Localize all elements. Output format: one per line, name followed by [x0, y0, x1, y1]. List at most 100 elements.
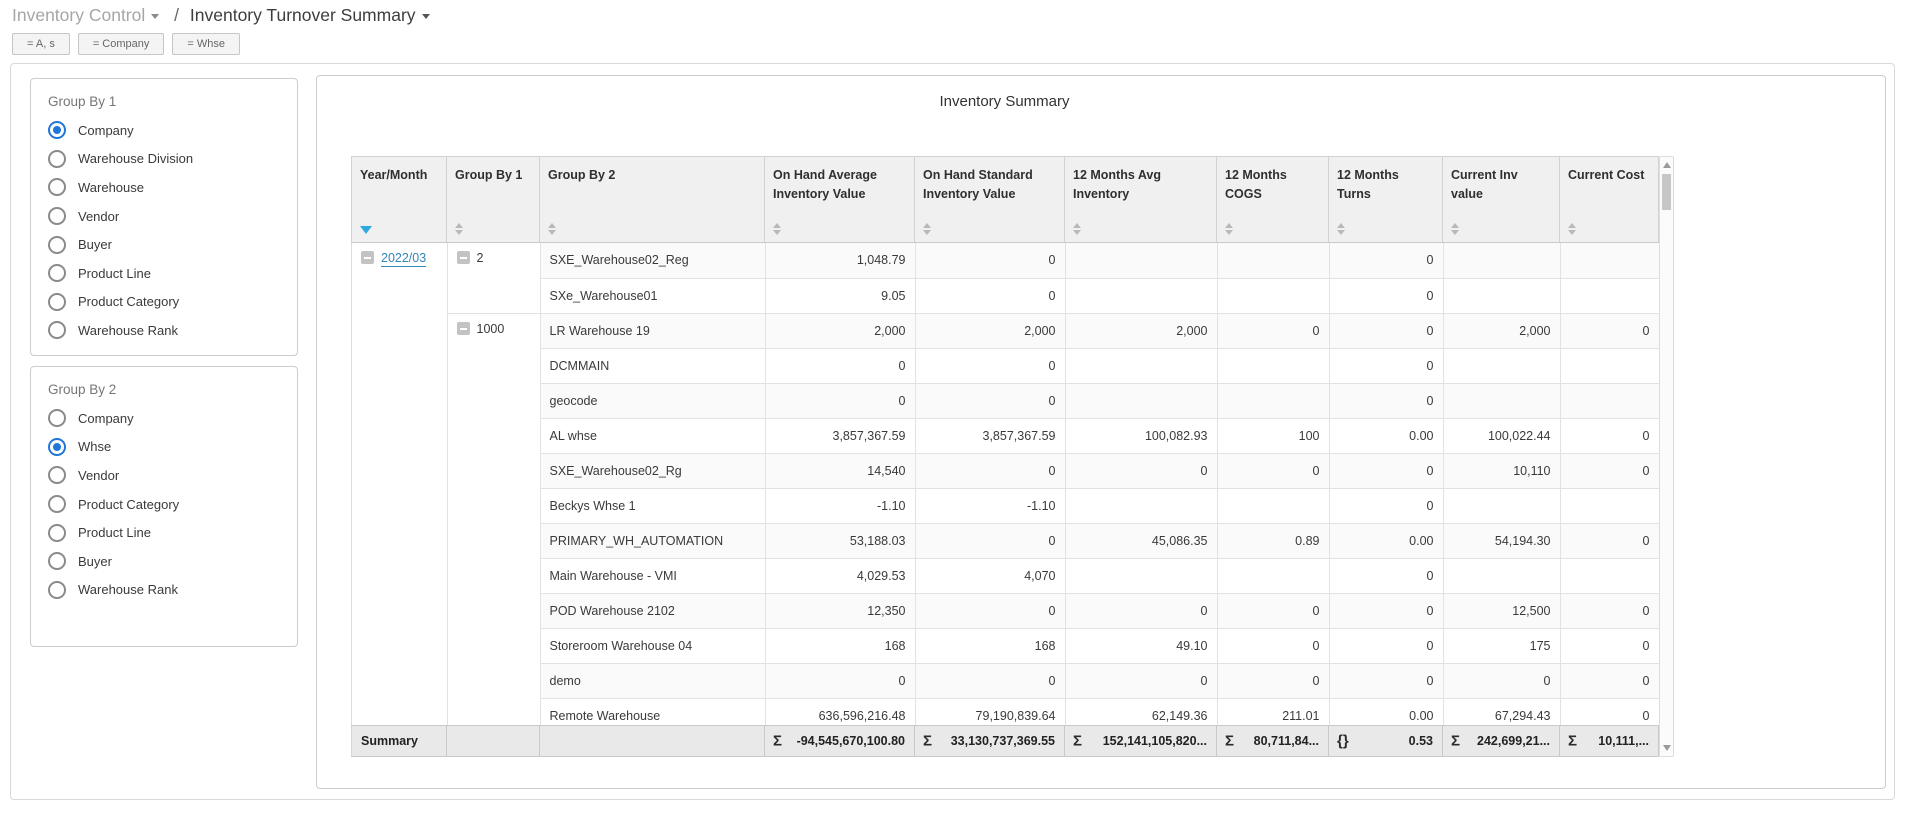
radio-option-label: Company — [78, 122, 134, 138]
radio-option-warehouse-rank[interactable]: Warehouse Rank — [48, 316, 297, 345]
value-cell: 0 — [915, 663, 1066, 699]
value-cell: 0 — [1329, 593, 1444, 629]
radio-option-warehouse[interactable]: Warehouse — [48, 173, 297, 202]
table-body-viewport[interactable]: 2022/03 2 SXE_Warehouse02_Reg 1,048.79 0 0 SXe… — [351, 243, 1660, 725]
value-cell: 4,070 — [915, 558, 1066, 594]
radio-icon[interactable] — [48, 207, 66, 226]
radio-option-product-line[interactable]: Product Line — [48, 259, 297, 288]
column-header-current-cost[interactable]: Current Cost — [1559, 156, 1659, 243]
column-header-onhand-avg[interactable]: On Hand Average Inventory Value — [764, 156, 915, 243]
radio-option-label: Vendor — [78, 208, 120, 224]
collapse-icon[interactable] — [456, 321, 470, 335]
column-header-12m-avg[interactable]: 12 Months Avg Inventory — [1064, 156, 1217, 243]
table-row: Remote Warehouse 636,596,216.48 79,190,839… — [352, 698, 1659, 725]
value-cell: 100,082.93 — [1065, 418, 1218, 454]
group2-cell: SXE_Warehouse02_Rg — [540, 453, 766, 489]
filter-chip-whse[interactable]: = Whse — [172, 33, 240, 55]
radio-icon[interactable] — [48, 495, 66, 514]
radio-option-company[interactable]: Company — [48, 404, 297, 433]
value-cell — [1560, 278, 1659, 314]
group2-cell: Main Warehouse - VMI — [540, 558, 766, 594]
table-row: Storeroom Warehouse 04 168 168 49.10 0 0 175 0 — [352, 628, 1659, 664]
breadcrumb-module[interactable]: Inventory Control — [12, 5, 160, 25]
value-cell: 0 — [1560, 593, 1659, 629]
radio-option-warehouse-rank[interactable]: Warehouse Rank — [48, 576, 297, 605]
value-cell: 0 — [1217, 453, 1330, 489]
value-cell: 10,110 — [1443, 453, 1561, 489]
radio-option-buyer[interactable]: Buyer — [48, 547, 297, 576]
sort-icon[interactable] — [548, 223, 556, 235]
value-cell — [1443, 243, 1561, 279]
radio-icon[interactable] — [48, 321, 66, 340]
radio-icon[interactable] — [48, 178, 66, 197]
filter-chip-company[interactable]: = Company — [77, 33, 165, 55]
value-cell: 2,000 — [1065, 313, 1218, 349]
scrollbar-thumb[interactable] — [1662, 174, 1671, 210]
value-cell — [1065, 383, 1218, 419]
sort-icon[interactable] — [1225, 223, 1233, 235]
radio-option-label: Product Category — [78, 294, 180, 310]
radio-icon[interactable] — [48, 149, 66, 168]
summary-label: Summary — [351, 725, 447, 757]
radio-icon[interactable] — [48, 552, 66, 571]
radio-icon[interactable] — [48, 437, 66, 456]
radio-option-vendor[interactable]: Vendor — [48, 461, 297, 490]
value-cell — [1217, 488, 1330, 524]
group1-label: 1000 — [476, 321, 505, 336]
year-month-link[interactable]: 2022/03 — [381, 251, 427, 267]
column-header-current-inv[interactable]: Current Inv value — [1442, 156, 1560, 243]
radio-option-product-line[interactable]: Product Line — [48, 518, 297, 547]
summary-value-cell: Σ 242,699,21... — [1442, 725, 1560, 757]
radio-icon[interactable] — [48, 466, 66, 485]
value-cell: 0 — [1560, 418, 1659, 454]
column-header-onhand-std[interactable]: On Hand Standard Inventory Value — [914, 156, 1065, 243]
radio-option-product-category[interactable]: Product Category — [48, 288, 297, 317]
group2-cell: SXE_Warehouse02_Reg — [540, 243, 766, 279]
radio-icon[interactable] — [48, 235, 66, 254]
collapse-icon[interactable] — [456, 251, 470, 264]
radio-option-product-category[interactable]: Product Category — [48, 490, 297, 519]
breadcrumb-separator: / — [174, 5, 180, 25]
sort-icon[interactable] — [773, 223, 781, 235]
radio-icon[interactable] — [48, 292, 66, 311]
value-cell — [1065, 278, 1218, 314]
radio-icon[interactable] — [48, 580, 66, 599]
value-cell: 0 — [1217, 313, 1330, 349]
group-by-2-options: Company Whse Vendor Product Category Product… — [31, 401, 297, 604]
vertical-scrollbar[interactable] — [1659, 156, 1674, 757]
radio-icon[interactable] — [48, 121, 66, 140]
radio-icon[interactable] — [48, 264, 66, 283]
radio-icon[interactable] — [48, 409, 66, 428]
table-row: 1000 LR Warehouse 19 2,000 2,000 2,000 0 0 2,00… — [352, 313, 1659, 725]
column-header-12m-turns[interactable]: 12 Months Turns — [1328, 156, 1443, 243]
table-summary: Summary Σ -94,545,670,100.80 Σ 33,130,737,3… — [351, 725, 1659, 757]
sort-icon[interactable] — [455, 223, 463, 235]
radio-option-vendor[interactable]: Vendor — [48, 202, 297, 231]
value-cell: 2,000 — [1443, 313, 1561, 349]
table-row: geocode 0 0 0 — [352, 383, 1659, 419]
radio-option-warehouse-division[interactable]: Warehouse Division — [48, 145, 297, 174]
value-cell: 168 — [915, 628, 1066, 664]
column-header-year-month[interactable]: Year/Month — [351, 156, 447, 243]
radio-option-company[interactable]: Company — [48, 116, 297, 145]
sort-icon[interactable] — [1073, 223, 1081, 235]
sort-desc-icon[interactable] — [360, 226, 372, 234]
sort-icon[interactable] — [923, 223, 931, 235]
column-header-group-by-1[interactable]: Group By 1 — [446, 156, 540, 243]
column-header-group-by-2[interactable]: Group By 2 — [539, 156, 765, 243]
collapse-icon[interactable] — [361, 251, 374, 264]
value-cell — [1217, 243, 1330, 279]
radio-option-whse[interactable]: Whse — [48, 433, 297, 462]
sort-icon[interactable] — [1568, 223, 1576, 235]
sort-icon[interactable] — [1337, 223, 1345, 235]
radio-icon[interactable] — [48, 523, 66, 542]
scroll-down-arrow-icon[interactable] — [1663, 745, 1671, 751]
radio-option-buyer[interactable]: Buyer — [48, 230, 297, 259]
scroll-up-arrow-icon[interactable] — [1663, 162, 1671, 168]
value-cell: 62,149.36 — [1065, 698, 1218, 725]
column-header-12m-cogs[interactable]: 12 Months COGS — [1216, 156, 1329, 243]
value-cell — [1443, 558, 1561, 594]
filter-chip-a-s[interactable]: = A, s — [12, 33, 70, 55]
sort-icon[interactable] — [1451, 223, 1459, 235]
breadcrumb-page[interactable]: Inventory Turnover Summary — [190, 5, 430, 25]
